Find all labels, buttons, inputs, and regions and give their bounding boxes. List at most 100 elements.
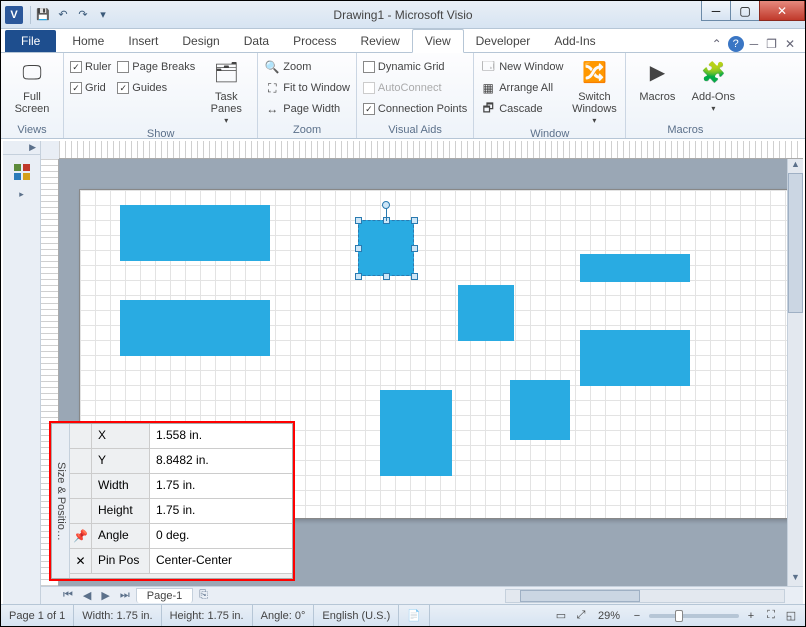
zoom-out-button[interactable]: − xyxy=(629,608,645,624)
horizontal-ruler[interactable] xyxy=(59,141,803,159)
shape-rect[interactable] xyxy=(120,205,270,261)
vertical-scrollbar[interactable]: ▲ ▼ xyxy=(787,159,803,586)
shape-rect[interactable] xyxy=(510,380,570,440)
status-presentation-icon[interactable]: ▭ xyxy=(553,608,569,624)
shapes-pane-toggle[interactable]: ▶ xyxy=(3,141,40,155)
doc-close-button[interactable]: ✕ xyxy=(783,37,797,51)
full-screen-status-button[interactable]: ◱ xyxy=(783,608,799,624)
checkbox-guides[interactable]: ✓Guides xyxy=(117,78,195,98)
new-window-button[interactable]: 🗔New Window xyxy=(480,57,563,77)
zoom-in-button[interactable]: + xyxy=(743,608,759,624)
horizontal-scrollbar[interactable] xyxy=(505,589,785,603)
ribbon-minimize-button[interactable]: ⌃ xyxy=(710,37,724,51)
tab-file[interactable]: File xyxy=(5,30,56,52)
tab-view[interactable]: View xyxy=(412,29,464,53)
row-value[interactable]: 8.8482 in. xyxy=(150,449,292,473)
help-button[interactable]: ? xyxy=(728,36,744,52)
window-maximize-button[interactable]: ▢ xyxy=(730,1,760,21)
qat-customize-button[interactable]: ▾ xyxy=(94,6,112,24)
selection-handle[interactable] xyxy=(355,217,362,224)
group-label-window: Window xyxy=(480,126,619,142)
arrange-all-button[interactable]: ▦Arrange All xyxy=(480,78,563,98)
tab-addins[interactable]: Add-Ins xyxy=(542,30,607,52)
fit-window-button[interactable]: ⛶Fit to Window xyxy=(264,78,350,98)
row-value[interactable]: 1.75 in. xyxy=(150,499,292,523)
fit-icon: ⛶ xyxy=(264,80,280,96)
macros-icon: ▶ xyxy=(641,57,673,89)
size-position-row[interactable]: 📌Angle0 deg. xyxy=(70,524,292,549)
horizontal-scrollbar-thumb[interactable] xyxy=(520,590,640,602)
zoom-slider-thumb[interactable] xyxy=(675,610,683,622)
rotation-handle[interactable] xyxy=(382,201,390,209)
size-position-row[interactable]: Width1.75 in. xyxy=(70,474,292,499)
checkbox-ruler[interactable]: ✓Ruler xyxy=(70,57,111,77)
checkbox-dynamic-grid[interactable]: Dynamic Grid xyxy=(363,57,467,77)
selection-handle[interactable] xyxy=(411,217,418,224)
tab-review[interactable]: Review xyxy=(348,30,411,52)
status-macro-icon[interactable]: 📄 xyxy=(399,605,430,626)
fit-page-button[interactable]: ⛶ xyxy=(763,608,779,624)
qat-redo-button[interactable]: ↷ xyxy=(74,6,92,24)
selection-handle[interactable] xyxy=(355,245,362,252)
tab-developer[interactable]: Developer xyxy=(464,30,543,52)
group-label-macros: Macros xyxy=(632,122,738,138)
vertical-scrollbar-thumb[interactable] xyxy=(788,173,803,313)
macros-button[interactable]: ▶ Macros xyxy=(632,57,682,103)
insert-page-button[interactable]: ⎘ xyxy=(195,589,212,602)
page-width-button[interactable]: ↔Page Width xyxy=(264,99,350,119)
shape-rect[interactable] xyxy=(458,285,514,341)
status-zoom-value[interactable]: 29% xyxy=(593,608,625,624)
row-value[interactable]: 0 deg. xyxy=(150,524,292,548)
qat-undo-button[interactable]: ↶ xyxy=(54,6,72,24)
shape-rect[interactable] xyxy=(120,300,270,356)
window-close-button[interactable]: ✕ xyxy=(759,1,805,21)
doc-minimize-button[interactable]: ─ xyxy=(748,37,761,51)
shapes-pane-collapsed[interactable]: ▶ ▸ xyxy=(3,141,41,604)
row-value[interactable]: 1.75 in. xyxy=(150,474,292,498)
tab-data[interactable]: Data xyxy=(232,30,281,52)
checkbox-autoconnect[interactable]: AutoConnect xyxy=(363,78,467,98)
tab-insert[interactable]: Insert xyxy=(116,30,170,52)
shape-rect[interactable] xyxy=(580,330,690,386)
page-nav-prev[interactable]: ◀ xyxy=(79,589,95,602)
page-tab-1[interactable]: Page-1 xyxy=(136,588,193,603)
status-page-break-icon[interactable]: ⤢ xyxy=(573,608,589,624)
cascade-button[interactable]: 🗗Cascade xyxy=(480,99,563,119)
row-value[interactable]: 1.558 in. xyxy=(150,424,292,448)
zoom-button[interactable]: 🔍Zoom xyxy=(264,57,350,77)
qat-save-button[interactable]: 💾 xyxy=(34,6,52,24)
selection-handle[interactable] xyxy=(411,273,418,280)
size-position-row[interactable]: Y8.8482 in. xyxy=(70,449,292,474)
checkbox-page-breaks[interactable]: Page Breaks xyxy=(117,57,195,77)
size-position-row[interactable]: Height1.75 in. xyxy=(70,499,292,524)
status-page[interactable]: Page 1 of 1 xyxy=(1,605,74,626)
shape-rect-selected[interactable] xyxy=(358,220,414,276)
page-nav-first[interactable]: ⏮ xyxy=(59,589,77,602)
shape-rect[interactable] xyxy=(380,390,452,476)
page-nav-last[interactable]: ⏭ xyxy=(116,589,134,602)
size-position-row[interactable]: ✕Pin PosCenter-Center xyxy=(70,549,292,574)
tab-home[interactable]: Home xyxy=(60,30,116,52)
checkbox-connection-points[interactable]: ✓Connection Points xyxy=(363,99,467,119)
switch-windows-button[interactable]: 🔀 Switch Windows ▾ xyxy=(569,57,619,126)
doc-restore-button[interactable]: ❐ xyxy=(764,37,779,51)
addons-icon: 🧩 xyxy=(697,57,729,89)
size-position-panel[interactable]: Size & Positio… X1.558 in.Y8.8482 in.Wid… xyxy=(51,423,293,579)
selection-handle[interactable] xyxy=(355,273,362,280)
selection-handle[interactable] xyxy=(383,273,390,280)
addons-button[interactable]: 🧩 Add-Ons ▾ xyxy=(688,57,738,114)
checkbox-grid[interactable]: ✓Grid xyxy=(70,78,111,98)
window-minimize-button[interactable]: ─ xyxy=(701,1,731,21)
tab-process[interactable]: Process xyxy=(281,30,348,52)
full-screen-button[interactable]: 🖵 Full Screen xyxy=(7,57,57,115)
selection-handle[interactable] xyxy=(411,245,418,252)
page-nav-next[interactable]: ▶ xyxy=(97,589,113,602)
zoom-slider[interactable] xyxy=(649,614,739,618)
shapes-pane-icon[interactable] xyxy=(9,159,35,185)
status-language[interactable]: English (U.S.) xyxy=(314,605,399,626)
row-value[interactable]: Center-Center xyxy=(150,549,292,573)
size-position-row[interactable]: X1.558 in. xyxy=(70,424,292,449)
task-panes-button[interactable]: 🗂 Task Panes ▾ xyxy=(201,57,251,126)
shape-rect[interactable] xyxy=(580,254,690,282)
tab-design[interactable]: Design xyxy=(170,30,231,52)
